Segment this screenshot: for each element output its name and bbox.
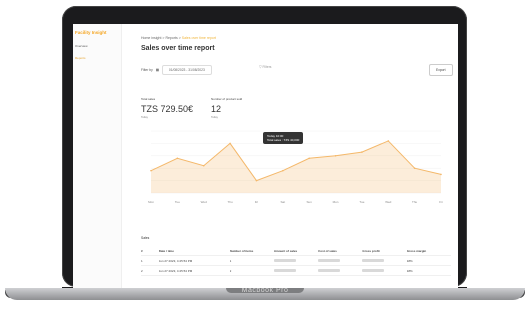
table-cell xyxy=(273,258,318,263)
table-cell xyxy=(362,268,406,273)
table-cell xyxy=(318,258,362,263)
chart-point[interactable] xyxy=(176,157,179,160)
table-cell: 1 xyxy=(141,258,143,263)
table-cell xyxy=(318,268,362,273)
breadcrumb-home[interactable]: Home insight xyxy=(141,36,161,40)
x-tick-label: Wed xyxy=(201,200,207,204)
x-tick-label: Tue xyxy=(359,200,364,204)
chart-point[interactable] xyxy=(308,157,310,160)
table-cell: Jun 27 2023, 4:45:54 PM xyxy=(158,268,193,273)
tooltip-value: Total sales : TZS 40,000 xyxy=(267,138,300,142)
calendar-icon: ▦ xyxy=(155,68,159,72)
blurred-value xyxy=(362,268,385,272)
table-cell: 2 xyxy=(229,268,232,273)
chart-point[interactable] xyxy=(413,167,416,169)
table-cell: 18% xyxy=(406,268,413,273)
filter-by-label: Filter by xyxy=(141,68,153,72)
laptop-frame: Macbook Pro Facility Insight Overview Re… xyxy=(0,0,530,309)
table-cell xyxy=(273,268,318,273)
chart-point[interactable] xyxy=(282,169,284,172)
filters-label: Filters xyxy=(262,65,272,69)
breadcrumb-sep: > xyxy=(178,36,181,40)
blurred-value xyxy=(362,258,385,262)
kpi-products-sold-label: Number of product sold xyxy=(211,97,243,101)
filters-button[interactable]: ▽ Filters xyxy=(259,65,271,69)
breadcrumb: Home insight > Reports > Sales over time… xyxy=(141,36,216,40)
table-header-cell: Gross profit xyxy=(362,248,380,253)
breadcrumb-current: Sales over time report xyxy=(181,36,216,40)
table-cell: 1 xyxy=(229,258,232,263)
table-header-cell: Number of items xyxy=(229,248,254,253)
kpi-total-sales-label: Total sales xyxy=(141,97,156,101)
x-tick-label: Tue xyxy=(175,200,180,204)
x-tick-label: Fri xyxy=(255,200,259,204)
chart-area xyxy=(151,140,441,193)
table-cell: Jun 27 2023, 4:45:54 PM xyxy=(158,258,193,263)
page-title: Sales over time report xyxy=(141,45,215,52)
table-row[interactable]: 2 Jun 27 2023, 4:45:54 PM 2 18% xyxy=(141,266,451,276)
x-tick-label: Sat xyxy=(281,200,286,204)
table-cell xyxy=(362,258,406,263)
blurred-value xyxy=(318,268,341,272)
table-header-cell: Amount of sales xyxy=(273,248,298,253)
chart-point[interactable] xyxy=(150,169,152,172)
breadcrumb-reports[interactable]: Reports xyxy=(165,36,177,40)
blurred-value xyxy=(273,258,296,262)
kpi-total-sales-sub: Today xyxy=(141,116,148,119)
table-header-cell: Cost of sales xyxy=(318,248,337,253)
chart-point[interactable] xyxy=(229,142,231,145)
table-header-cell: # xyxy=(141,248,143,253)
blurred-value xyxy=(273,268,296,272)
device-label: Macbook Pro xyxy=(241,287,289,294)
kpi-total-sales-value: TZS 729.50€ xyxy=(141,104,194,114)
x-tick-label: Thu xyxy=(228,200,234,204)
date-range-input[interactable]: 01/08/2023 - 31/08/2023 xyxy=(161,65,212,75)
table-title: Sales xyxy=(141,236,150,240)
table-header-row: # Date / time Number of items Amount of sal… xyxy=(141,246,451,256)
blurred-value xyxy=(318,258,341,262)
chart-point[interactable] xyxy=(361,151,363,153)
sidebar-item-reports[interactable]: Reports xyxy=(75,56,86,60)
x-tick-label: Wed xyxy=(385,200,391,204)
kpi-products-sold-value: 12 xyxy=(211,104,222,114)
x-tick-label: Mon xyxy=(148,200,154,204)
app-logo: Facility Insight xyxy=(75,30,107,35)
x-tick-label: Sun xyxy=(307,200,313,204)
screen: Facility Insight Overview Reports Home i… xyxy=(73,24,458,288)
chart-point[interactable] xyxy=(334,155,337,157)
sidebar: Facility Insight Overview Reports xyxy=(73,24,122,288)
chart-point[interactable] xyxy=(255,179,258,182)
main-content: Home insight > Reports > Sales over time… xyxy=(125,24,458,288)
x-tick-label: Thu xyxy=(412,200,418,204)
sidebar-item-overview[interactable]: Overview xyxy=(75,44,88,48)
table-row[interactable]: 1 Jun 27 2023, 4:45:54 PM 1 18% xyxy=(141,256,451,266)
chart-point[interactable] xyxy=(440,173,442,176)
table-header-cell: Gross margin xyxy=(406,248,427,253)
table-header-cell: Date / time xyxy=(158,248,174,253)
chart-tooltip: Today 10:00 Total sales : TZS 40,000 xyxy=(263,132,304,144)
chart-point[interactable] xyxy=(387,140,390,142)
export-button[interactable]: Export xyxy=(429,64,453,76)
x-tick-label: Fri xyxy=(439,200,443,204)
filter-row: Filter by ▦ 01/08/2023 - 31/08/2023 xyxy=(141,65,212,75)
table-cell: 18% xyxy=(406,258,413,263)
chart-point[interactable] xyxy=(202,164,205,167)
table-cell: 2 xyxy=(141,268,143,273)
sales-table: # Date / time Number of items Amount of sal… xyxy=(141,246,451,276)
kpi-products-sold-sub: Today xyxy=(211,116,218,119)
x-tick-label: Mon xyxy=(333,200,339,204)
